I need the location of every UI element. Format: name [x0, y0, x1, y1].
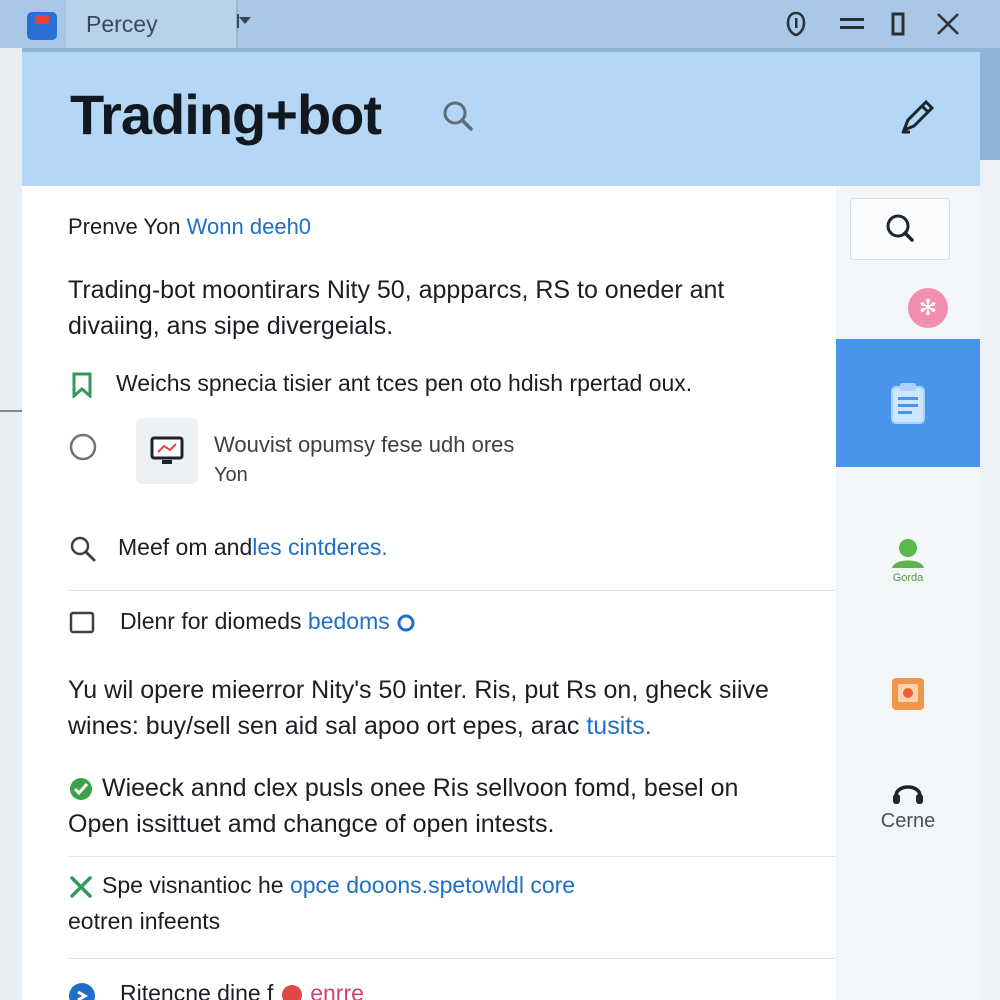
paragraph-line-2-text: wines: buy/sell sen aid sal apoo ort epe…: [68, 712, 587, 740]
close-icon[interactable]: [930, 8, 966, 40]
shield-icon[interactable]: [778, 8, 814, 40]
rail-item-profile[interactable]: Gorda: [836, 536, 980, 584]
edit-pen-icon[interactable]: [898, 96, 938, 141]
flower-icon[interactable]: ✻: [908, 288, 948, 328]
paragraph-line-1: Yu wil opere mieerror Nity's 50 inter. R…: [68, 676, 769, 704]
app-icon[interactable]: [27, 12, 57, 40]
footer-item-link[interactable]: enrre: [310, 980, 364, 1000]
monitor-icon: [136, 418, 198, 484]
image-icon: [892, 678, 924, 710]
title-bar: Percey: [0, 0, 1000, 48]
box-item[interactable]: Dlenr for diomeds bedoms: [120, 608, 416, 635]
tab-title: Percey: [86, 11, 158, 37]
card-line-1: Wouvist opumsy fese udh ores: [214, 432, 515, 457]
intro-text: Prenve Yon: [68, 214, 187, 239]
right-rail: ✻ Gorda Cerne: [836, 186, 980, 1000]
divider: [68, 856, 836, 857]
app-header: Trading+bot: [22, 52, 980, 186]
rail-search-button[interactable]: [850, 198, 950, 260]
rail-profile-label: Gorda: [892, 572, 924, 584]
maximize-icon[interactable]: [880, 8, 916, 40]
clipboard-icon: [891, 383, 925, 424]
rail-item-clipboard[interactable]: [836, 339, 980, 467]
tools-item-text: Spe visnantioc he: [102, 872, 290, 898]
paragraph-link[interactable]: tusits.: [586, 712, 651, 740]
user-icon: [892, 539, 924, 568]
info-circle-icon: [68, 982, 96, 1000]
search-item-link[interactable]: les cintderes.: [252, 534, 388, 560]
rail-support-label: Cerne: [880, 810, 936, 832]
intro-link[interactable]: Wonn deeh0: [187, 214, 311, 239]
rail-item-image[interactable]: [836, 676, 980, 712]
info-circle-icon: [397, 614, 415, 632]
search-item[interactable]: Meef om andles cintderes.: [118, 534, 388, 561]
bookmark-icon[interactable]: [70, 372, 94, 403]
card-line-2: Yon: [214, 464, 248, 486]
checkbox-icon[interactable]: [68, 610, 96, 641]
chevron-down-icon[interactable]: [236, 12, 254, 35]
tools-item[interactable]: Spe visnantioc he opce dooons.spetowldl …: [102, 872, 575, 899]
check-line-2: Open issittuet amd changce of open intes…: [68, 810, 555, 838]
intro-line: Prenve Yon Wonn deeh0: [68, 214, 311, 240]
search-icon[interactable]: [440, 98, 476, 139]
box-item-link[interactable]: bedoms: [308, 608, 390, 634]
tools-line-2: eotren infeents: [68, 908, 221, 934]
desktop-background-left: [0, 45, 22, 1000]
search-icon[interactable]: [68, 534, 98, 569]
footer-item-text: Ritencne dine f: [120, 980, 274, 1000]
summary-line-1: Trading-bot moontirars Nity 50, appparcs…: [68, 276, 725, 304]
divider: [68, 958, 836, 959]
search-icon: [886, 214, 914, 242]
desktop-background-right: [980, 160, 1000, 1000]
headset-icon: [893, 785, 923, 804]
search-item-text: Meef om and: [118, 534, 253, 560]
box-item-text: Dlenr for diomeds: [120, 608, 308, 634]
desktop-divider: [0, 410, 22, 412]
tools-icon: [68, 874, 94, 905]
footer-item[interactable]: Ritencne dine f enrre: [120, 980, 364, 1000]
browser-tab[interactable]: Percey: [66, 0, 238, 48]
rail-item-support[interactable]: Cerne: [836, 774, 980, 833]
check-line-1: Wieeck annd clex pusls onee Ris sellvoon…: [102, 774, 739, 802]
app-title: Trading+bot: [70, 83, 382, 146]
divider: [68, 590, 836, 591]
tools-item-link[interactable]: opce dooons.spetowldl core: [290, 872, 575, 898]
radio-circle-icon[interactable]: [68, 432, 98, 467]
summary-line-2: divaiing, ans sipe divergeials.: [68, 312, 394, 340]
alert-icon: [281, 984, 302, 1000]
checkmark-icon: [68, 776, 94, 807]
paragraph-line-2: wines: buy/sell sen aid sal apoo ort epe…: [68, 712, 652, 741]
main-content: Prenve Yon Wonn deeh0 Trading-bot moonti…: [48, 186, 838, 1000]
bookmark-item-text: Weichs spnecia tisier ant tces pen oto h…: [116, 370, 693, 396]
minimize-icon[interactable]: [834, 8, 870, 40]
